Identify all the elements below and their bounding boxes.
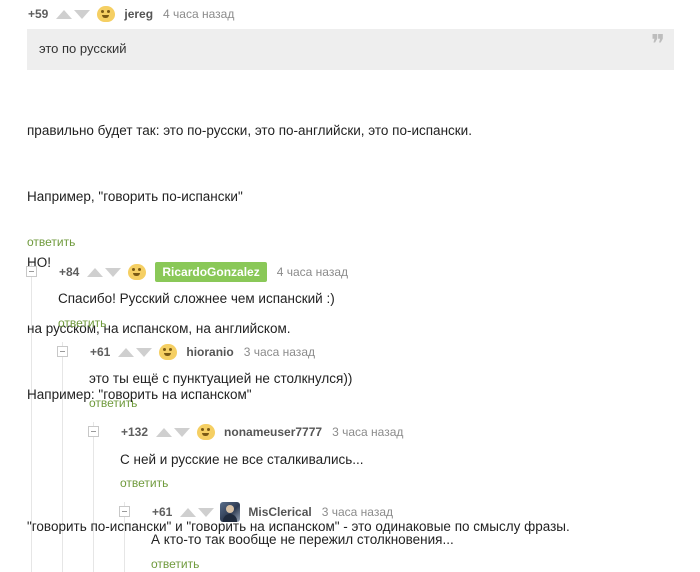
comment-body: правильно будет так: это по-русски, это … bbox=[27, 76, 570, 560]
comment-time: 4 часа назад bbox=[163, 7, 235, 21]
reply-link[interactable]: ответить bbox=[58, 316, 106, 330]
downvote-icon[interactable] bbox=[198, 507, 215, 517]
comment-time: 3 часа назад bbox=[243, 345, 315, 359]
comment-header: +132 nonameuser7777 3 часа назад bbox=[121, 422, 403, 442]
downvote-icon[interactable] bbox=[105, 267, 122, 277]
comment-rating: +84 bbox=[59, 265, 80, 279]
reply-link[interactable]: ответить bbox=[120, 476, 168, 490]
comment-time: 4 часа назад bbox=[276, 265, 349, 279]
comment-username[interactable]: RicardoGonzalez bbox=[155, 262, 267, 282]
comment-rating: +132 bbox=[121, 425, 149, 439]
comment-line: правильно будет так: это по-русски, это … bbox=[27, 123, 472, 138]
comment-rating: +61 bbox=[90, 345, 111, 359]
upvote-icon[interactable] bbox=[180, 507, 197, 517]
comment-header: +84 RicardoGonzalez 4 часа назад bbox=[59, 262, 348, 282]
avatar[interactable] bbox=[158, 342, 179, 362]
collapse-icon[interactable] bbox=[88, 426, 99, 437]
comment-body: это ты ещё с пунктуацией не столкнулся)) bbox=[89, 371, 353, 386]
avatar[interactable] bbox=[127, 262, 148, 282]
comment-rating: +59 bbox=[28, 7, 49, 21]
downvote-icon[interactable] bbox=[136, 347, 153, 357]
comment-username[interactable]: jereg bbox=[124, 7, 153, 21]
comment-header: +61 MisClerical 3 часа назад bbox=[152, 502, 393, 522]
quote-icon: ❞ bbox=[651, 30, 665, 60]
upvote-icon[interactable] bbox=[156, 427, 173, 437]
comment-body: А кто-то так вообще не пережил столкнове… bbox=[151, 532, 454, 547]
upvote-icon[interactable] bbox=[118, 347, 135, 357]
reply-link[interactable]: ответить bbox=[151, 557, 199, 571]
comment-time: 3 часа назад bbox=[332, 425, 404, 439]
comment-body: С ней и русские не все сталкивались... bbox=[120, 452, 364, 467]
comment-username[interactable]: hioranio bbox=[186, 345, 233, 359]
comment-header: +59 jereg 4 часа назад bbox=[28, 4, 234, 24]
comment-rating: +61 bbox=[152, 505, 173, 519]
avatar[interactable] bbox=[96, 4, 117, 24]
avatar[interactable] bbox=[196, 422, 217, 442]
reply-link[interactable]: ответить bbox=[89, 396, 137, 410]
comment-body: Спасибо! Русский сложнее чем испанский :… bbox=[58, 291, 335, 306]
quote-text: это по русский bbox=[39, 41, 127, 56]
upvote-icon[interactable] bbox=[87, 267, 104, 277]
collapse-icon[interactable] bbox=[119, 506, 130, 517]
comment-time: 3 часа назад bbox=[321, 505, 394, 519]
downvote-icon[interactable] bbox=[74, 9, 91, 19]
avatar[interactable] bbox=[220, 502, 241, 522]
comment-line: на русском, на испанском, на английском. bbox=[27, 321, 291, 336]
downvote-icon[interactable] bbox=[174, 427, 191, 437]
collapse-icon[interactable] bbox=[26, 266, 37, 277]
collapse-icon[interactable] bbox=[57, 346, 68, 357]
comment-header: +61 hioranio 3 часа назад bbox=[90, 342, 315, 362]
reply-link[interactable]: ответить bbox=[27, 235, 75, 249]
comment-username[interactable]: nonameuser7777 bbox=[224, 425, 322, 439]
comment-line: Например, "говорить по-испански" bbox=[27, 189, 243, 204]
upvote-icon[interactable] bbox=[56, 9, 73, 19]
comment-username[interactable]: MisClerical bbox=[248, 505, 311, 519]
quote-block: это по русский ❞ bbox=[27, 29, 674, 70]
